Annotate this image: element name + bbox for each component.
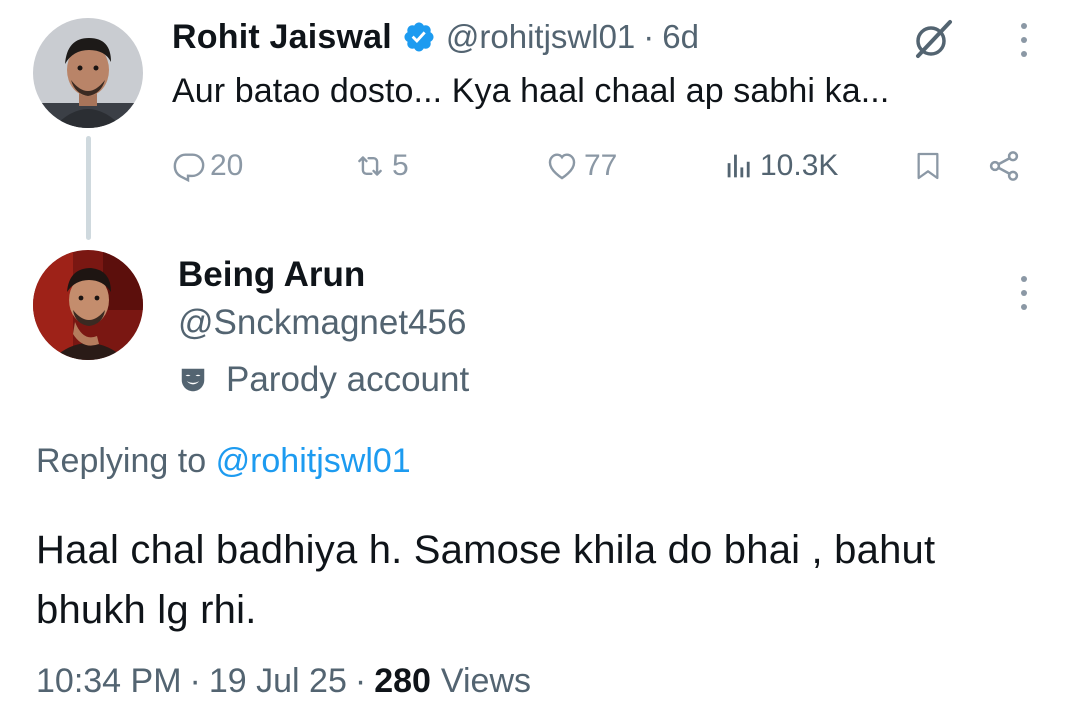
replying-to-line: Replying to @rohitjswl01 — [36, 442, 411, 481]
reply-author-handle[interactable]: @Snckmagnet456 — [178, 303, 466, 343]
verified-badge-icon[interactable] — [402, 20, 436, 54]
more-vertical-icon[interactable] — [1014, 20, 1034, 60]
reply-tweet-time[interactable]: 10:34 PM — [36, 662, 182, 701]
like-count: 77 — [584, 149, 618, 182]
repost-count: 5 — [392, 149, 409, 182]
parody-account-label: Parody account — [178, 357, 469, 403]
theater-mask-icon — [178, 365, 208, 395]
reply-views-label[interactable]: Views — [441, 662, 531, 701]
reply-tweet-meta: 10:34 PM · 19 Jul 25 · 280 Views — [36, 662, 531, 701]
replying-to-mention[interactable]: @rohitjswl01 — [216, 442, 411, 480]
reply-author-avatar[interactable] — [33, 250, 143, 360]
parent-tweet-actions: 20 5 77 10.3K — [172, 140, 1032, 192]
parent-tweet-text: Aur batao dosto... Kya haal chaal ap sab… — [172, 72, 890, 110]
reply-tweet-date[interactable]: 19 Jul 25 — [209, 662, 347, 701]
repost-icon — [352, 149, 388, 183]
separator-dot: · — [354, 662, 367, 700]
views-button[interactable]: 10.3K — [722, 140, 838, 192]
reply-button[interactable]: 20 — [172, 140, 243, 192]
parent-author-name[interactable]: Rohit Jaiswal — [172, 18, 392, 57]
bookmark-button[interactable] — [912, 140, 944, 192]
repost-button[interactable]: 5 — [352, 140, 409, 192]
separator-dot: · — [189, 662, 201, 700]
more-vertical-icon[interactable] — [1014, 273, 1034, 313]
bookmark-icon — [912, 148, 944, 184]
separator-dot: · — [643, 18, 655, 55]
share-button[interactable] — [986, 140, 1022, 192]
share-icon — [986, 148, 1022, 184]
thread-connector-line — [86, 136, 91, 240]
parody-account-text: Parody account — [226, 360, 470, 399]
heart-icon — [544, 149, 580, 183]
parent-avatar[interactable] — [33, 18, 143, 128]
parent-author-handle[interactable]: @rohitjswl01 — [446, 18, 635, 56]
views-count: 10.3K — [760, 149, 839, 182]
replying-to-prefix: Replying to — [36, 442, 207, 480]
parent-tweet-time[interactable]: 6d — [662, 18, 699, 56]
reply-views-count[interactable]: 280 — [374, 662, 431, 701]
parent-tweet-header: Rohit Jaiswal @rohitjswl01 · 6d — [172, 14, 699, 60]
reply-icon — [172, 149, 206, 183]
reply-tweet-text: Haal chal badhiya h. Samose khila do bha… — [36, 528, 936, 632]
reply-author-name[interactable]: Being Arun — [178, 255, 365, 295]
views-chart-icon — [722, 149, 756, 183]
like-button[interactable]: 77 — [544, 140, 617, 192]
reply-count: 20 — [210, 149, 244, 182]
grok-icon[interactable] — [910, 16, 956, 62]
